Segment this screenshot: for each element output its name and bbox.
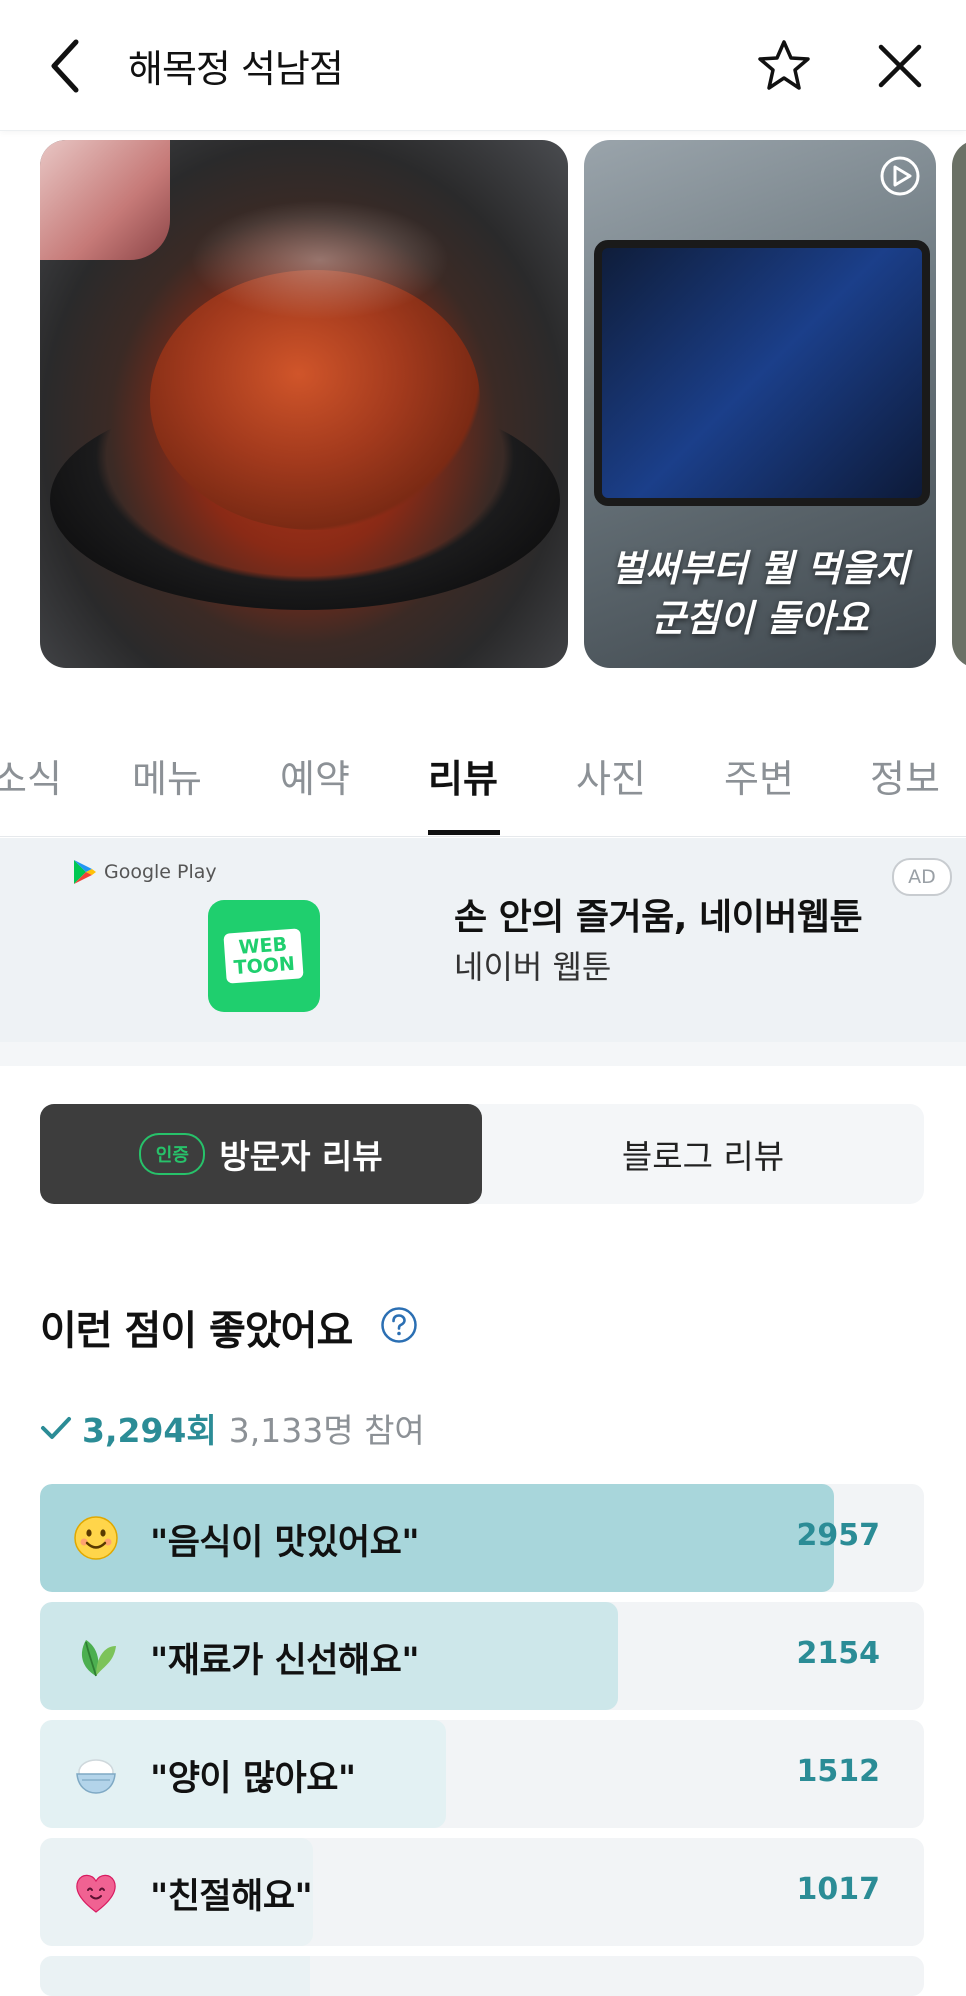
order-tablet-image-region xyxy=(594,240,930,506)
video-caption-line1: 벌써부터 뭘 먹을지 xyxy=(610,547,910,590)
keyword-label: "친절해요" xyxy=(150,1877,313,1917)
visitor-review-button[interactable]: 인증 방문자 리뷰 xyxy=(40,1104,482,1204)
tab-bar: 소식 메뉴 예약 리뷰 사진 주변 정보 xyxy=(0,720,966,837)
close-icon xyxy=(878,44,922,88)
visitor-review-label: 방문자 리뷰 xyxy=(219,1137,383,1176)
keyword-label: "음식이 맛있어요" xyxy=(150,1523,420,1563)
tab-info[interactable]: 정보 xyxy=(870,748,940,803)
video-thumbnail[interactable]: 벌써부터 뭘 먹을지 군침이 돌아요 xyxy=(584,140,936,668)
play-icon xyxy=(880,156,920,196)
steam-image-region xyxy=(190,200,450,320)
keyword-label: "재료가 신선해요" xyxy=(150,1641,420,1681)
tab-reservation[interactable]: 예약 xyxy=(280,748,350,803)
keyword-row[interactable]: "재료가 신선해요" 2154 xyxy=(40,1602,924,1710)
tab-nearby[interactable]: 주변 xyxy=(724,748,794,803)
photo-carousel[interactable]: 벌써부터 뭘 먹을지 군침이 돌아요 xyxy=(0,140,966,670)
tab-photos[interactable]: 사진 xyxy=(576,748,646,803)
google-play-text: Google Play xyxy=(104,861,217,883)
ad-title[interactable]: 손 안의 즐거움, 네이버웹툰 xyxy=(454,888,863,940)
ad-subtitle: 네이버 웹툰 xyxy=(454,948,612,986)
tab-review[interactable]: 리뷰 xyxy=(428,748,498,803)
page-title: 해목정 석남점 xyxy=(128,47,344,91)
keyword-bar-fill xyxy=(40,1956,310,1996)
blog-review-button[interactable]: 블로그 리뷰 xyxy=(482,1104,924,1204)
star-icon xyxy=(758,40,810,90)
video-caption-line2: 군침이 돌아요 xyxy=(651,597,869,640)
keyword-row-partial[interactable] xyxy=(40,1956,924,1996)
webtoon-logo-line2: TOON xyxy=(233,952,296,980)
help-icon[interactable] xyxy=(380,1306,418,1344)
close-button[interactable] xyxy=(864,30,936,102)
check-icon xyxy=(41,1417,71,1439)
tab-news[interactable]: 소식 xyxy=(0,748,62,803)
favorite-button[interactable] xyxy=(748,30,820,102)
google-play-icon xyxy=(74,860,96,884)
keyword-count: 2154 xyxy=(796,1636,881,1671)
total-votes: 3,294회 xyxy=(82,1411,217,1450)
next-photo-peek[interactable] xyxy=(952,140,966,668)
keyword-row[interactable]: "음식이 맛있어요" 2957 xyxy=(40,1484,924,1592)
keyword-count: 2957 xyxy=(796,1518,881,1553)
back-button[interactable] xyxy=(34,26,98,106)
ad-banner[interactable]: Google Play AD WEB TOON 손 안의 즐거움, 네이버웹툰 … xyxy=(0,838,966,1042)
keyword-stats: 3,294회 3,133명 참여 xyxy=(40,1404,425,1452)
blog-review-label: 블로그 리뷰 xyxy=(621,1137,785,1176)
webtoon-logo: WEB TOON xyxy=(223,928,305,984)
verified-badge-icon: 인증 xyxy=(139,1133,206,1175)
keyword-section-title: 이런 점이 좋았어요 xyxy=(40,1308,353,1354)
raw-meat-image-region xyxy=(40,140,170,260)
chevron-left-icon xyxy=(51,39,79,93)
keyword-label: "양이 많아요" xyxy=(150,1759,356,1799)
smiling-face-icon xyxy=(74,1516,118,1560)
food-photo[interactable] xyxy=(40,140,568,668)
top-app-bar: 해목정 석남점 xyxy=(0,0,966,131)
heart-face-icon xyxy=(76,1874,116,1913)
active-tab-indicator xyxy=(428,830,500,835)
participant-count: 3,133명 참여 xyxy=(228,1411,425,1450)
section-divider xyxy=(0,1042,966,1066)
keyword-count: 1017 xyxy=(796,1872,881,1907)
ad-badge[interactable]: AD xyxy=(892,858,952,896)
leaf-icon xyxy=(81,1640,116,1677)
tab-menu[interactable]: 메뉴 xyxy=(132,748,202,803)
review-type-toggle: 인증 방문자 리뷰 블로그 리뷰 xyxy=(40,1104,924,1204)
webtoon-app-icon: WEB TOON xyxy=(208,900,320,1012)
rice-bowl-icon xyxy=(76,1759,116,1794)
keyword-row[interactable]: "양이 많아요" 1512 xyxy=(40,1720,924,1828)
keyword-count: 1512 xyxy=(796,1754,881,1789)
keyword-row[interactable]: "친절해요" 1017 xyxy=(40,1838,924,1946)
google-play-label: Google Play xyxy=(72,858,217,886)
